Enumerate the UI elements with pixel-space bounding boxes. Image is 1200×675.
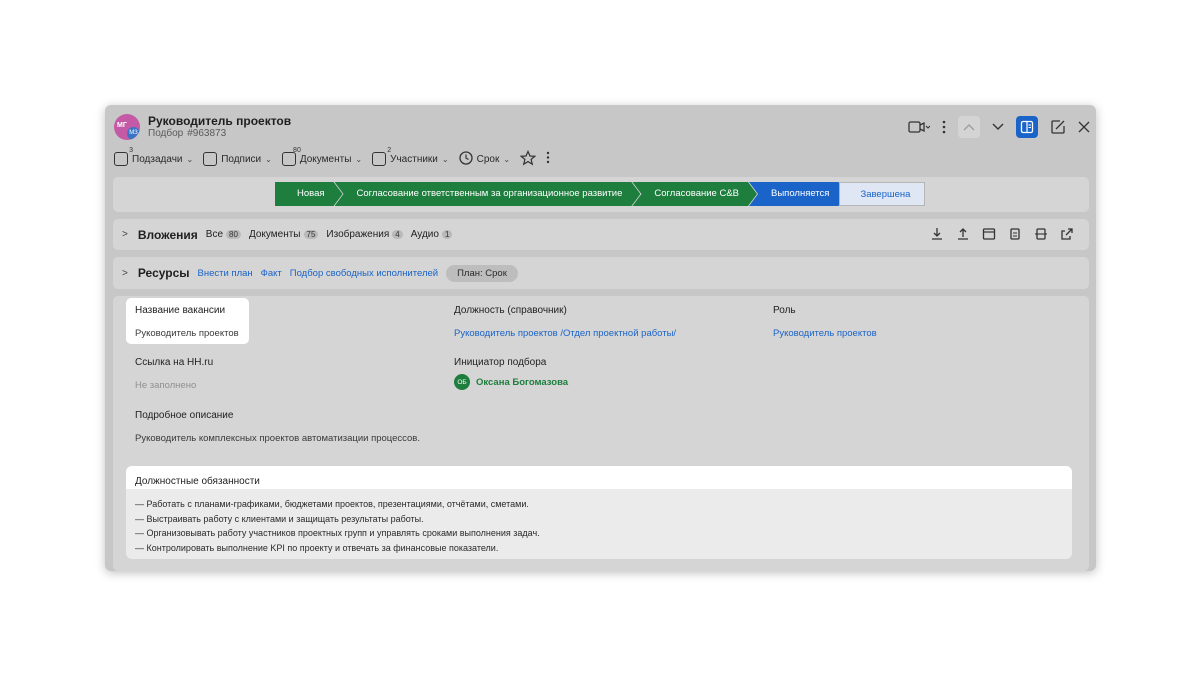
window-actions [908,115,1090,139]
close-icon[interactable] [1078,121,1090,133]
edit-icon[interactable] [1050,119,1066,135]
task-card-window: МГ МЗ Руководитель проектов Подбор #96387… [105,105,1096,571]
toolbar-subtasks[interactable]: 3 Подзадачи ⌄ [114,147,194,166]
stage-in-progress[interactable]: Выполняется [749,182,847,206]
upload-icon[interactable] [955,226,971,242]
field-value-link[interactable]: Руководитель проектов /Отдел проектной р… [454,328,676,339]
expand-icon[interactable]: > [122,229,128,240]
page-subtitle: Подбор #963873 [148,128,226,139]
list-item: — Контролировать выполнение KPI по проек… [135,542,499,553]
avatar-initials: МГ [117,122,127,129]
attachment-actions [929,226,1075,242]
field-description: Подробное описание Руководитель комплекс… [135,410,420,444]
scan-document-icon[interactable] [1033,226,1049,242]
resources-title[interactable]: Ресурсы [138,266,190,280]
field-label: Инициатор подбора [454,357,547,368]
plan-deadline-pill[interactable]: План: Срок [446,264,518,282]
field-vacancy-name: Название вакансии Руководитель проектов [135,305,239,339]
toolbar-deadline-label: Срок [476,153,500,165]
star-icon[interactable] [519,149,537,169]
field-label: Должность (справочник) [454,305,567,316]
toolbar-participants-label: Участники [390,153,438,165]
video-call-icon[interactable] [908,120,930,134]
free-executors-link[interactable]: Подбор свободных исполнителей [290,268,438,279]
tab-all[interactable]: Все 80 [206,229,241,240]
toolbar-signatures[interactable]: Подписи ⌄ [203,152,272,166]
toolbar-documents-label: Документы [299,153,352,165]
field-position: Должность (справочник) Руководитель прое… [454,305,676,339]
title-bar: МГ МЗ Руководитель проектов Подбор #96387… [105,105,1096,147]
toolbar-signatures-label: Подписи [221,153,262,165]
field-value[interactable]: Не заполнено [135,380,213,391]
chevron-down-icon[interactable] [992,123,1004,131]
chevron-down-icon: ⌄ [503,154,511,164]
field-value[interactable]: Руководитель комплексных проектов автома… [135,433,420,444]
field-label: Подробное описание [135,410,234,421]
chevron-up-icon[interactable] [958,116,980,138]
attachments-section: > Вложения Все 80 Документы 75 Изображения… [113,219,1089,250]
chevron-down-icon: ⌄ [355,154,363,164]
clock-icon [458,150,473,168]
toolbar-documents[interactable]: 80 Документы ⌄ [281,147,363,166]
subtasks-icon: 3 [114,147,133,166]
duties-header [126,466,1072,489]
participants-icon: 2 [372,147,391,166]
stage-org-approval[interactable]: Согласование ответственным за организаци… [335,182,641,206]
open-external-icon[interactable] [1059,226,1075,242]
chevron-down-icon: ⌄ [441,154,449,164]
download-all-icon[interactable] [929,226,945,242]
field-label: Роль [773,305,796,316]
signature-icon [203,152,218,166]
vacancy-fields: Название вакансии Руководитель проектов … [113,296,1089,571]
chevron-down-icon: ⌄ [265,154,272,164]
avatar-badge: МЗ [127,127,140,140]
avatar[interactable]: МГ МЗ [114,114,140,140]
tab-images[interactable]: Изображения 4 [326,229,403,240]
list-item: — Работать с планами-графиками, бюджетам… [135,499,529,509]
field-value[interactable]: Руководитель проектов [135,328,239,339]
attachments-title[interactable]: Вложения [138,228,198,242]
duties-card: Должностные обязанности — Работать с пла… [126,466,1072,559]
archive-icon[interactable] [981,226,997,242]
avatar: ОБ [454,374,470,390]
tab-audio[interactable]: Аудио 1 [411,229,453,240]
field-label: Название вакансии [135,305,226,316]
task-toolbar: 3 Подзадачи ⌄ Подписи ⌄ 80 Документы ⌄ 2… [114,147,550,169]
field-hh-link: Ссылка на HH.ru Не заполнено [135,357,213,391]
toolbar-subtasks-label: Подзадачи [132,153,183,165]
more-vertical-icon[interactable] [546,151,550,167]
stage-pipeline: Новая Согласование ответственным за орга… [113,177,1089,212]
tab-documents[interactable]: Документы 75 [249,229,319,240]
field-label: Ссылка на HH.ru [135,357,214,368]
scanner-icon[interactable] [1007,226,1023,242]
list-item: — Выстраивать работу с клиентами и защищ… [135,513,424,524]
resources-section: > Ресурсы Внести план Факт Подбор свобод… [113,257,1089,289]
page-title: Руководитель проектов [148,114,292,128]
stage-new[interactable]: Новая [275,182,343,206]
field-role: Роль Руководитель проектов [773,305,877,339]
subtitle-label: Подбор [148,128,184,139]
fact-link[interactable]: Факт [261,268,282,279]
duties-list[interactable]: — Работать с планами-графиками, бюджетам… [135,497,540,555]
field-initiator: Инициатор подбора ОБ Оксана Богомазова [454,357,568,390]
more-vertical-icon[interactable] [942,120,946,134]
field-value-link[interactable]: Руководитель проектов [773,328,877,339]
duties-title: Должностные обязанности [135,476,260,487]
toolbar-participants[interactable]: 2 Участники ⌄ [372,147,449,166]
expand-icon[interactable]: > [122,268,128,279]
panel-view-icon[interactable] [1016,116,1038,138]
stage-cb-approval[interactable]: Согласование C&B [632,182,757,206]
initiator-user[interactable]: ОБ Оксана Богомазова [454,374,568,390]
chevron-down-icon: ⌄ [186,154,194,164]
stage-completed[interactable]: Завершена [839,182,926,206]
subtitle-id[interactable]: #963873 [187,128,226,139]
add-plan-link[interactable]: Внести план [198,268,253,279]
user-name: Оксана Богомазова [476,376,569,388]
documents-icon: 80 [281,147,301,166]
list-item: — Организовывать работу участников проек… [135,528,540,538]
toolbar-deadline[interactable]: Срок ⌄ [458,150,511,168]
